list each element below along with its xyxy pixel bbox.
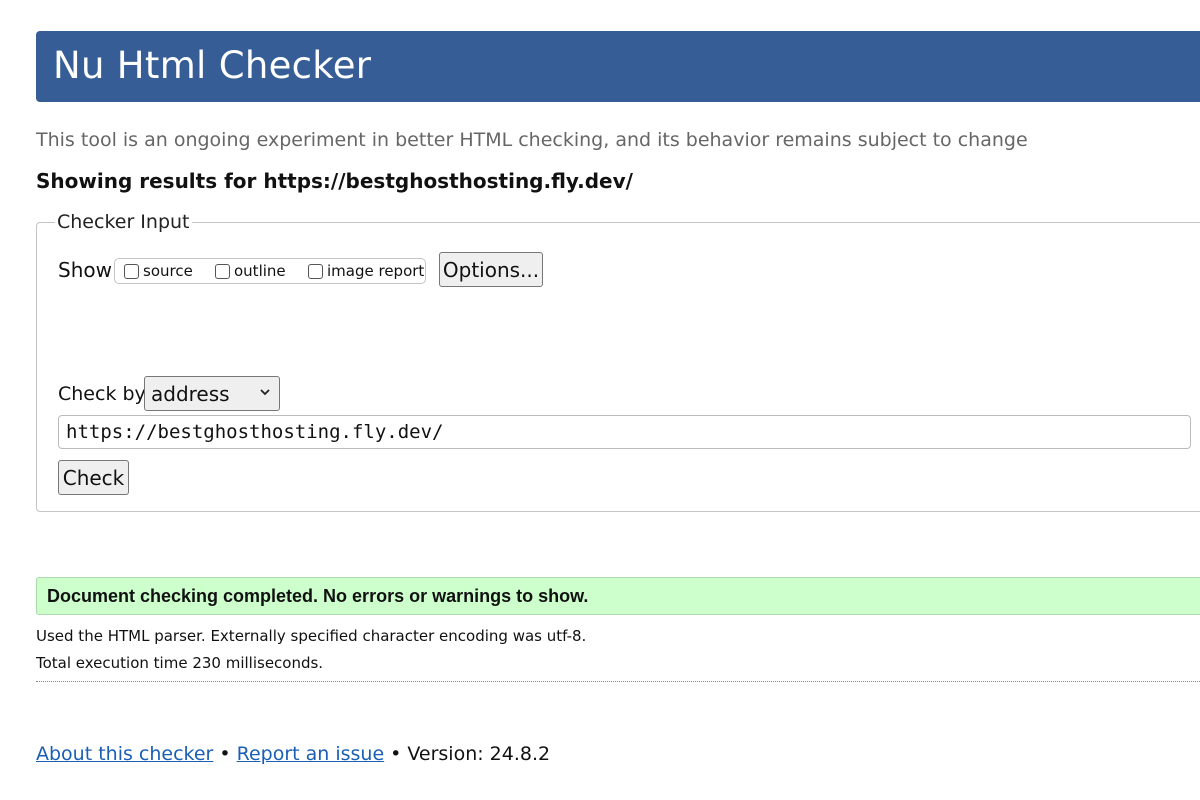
outline-checkbox-label: outline (234, 262, 286, 280)
options-button[interactable]: Options... (439, 252, 543, 287)
check-by-selected-value: address (151, 381, 230, 406)
image-report-checkbox[interactable] (308, 263, 323, 279)
result-details: Used the HTML parser. Externally specifi… (36, 623, 586, 677)
report-issue-link[interactable]: Report an issue (237, 743, 385, 765)
show-options-group: source outline image report (114, 258, 426, 284)
parser-info-text: Used the HTML parser. Externally specifi… (36, 627, 587, 645)
show-source-option[interactable]: source (124, 262, 193, 280)
page-title: Nu Html Checker (53, 44, 372, 87)
checker-input-fieldset: Checker Input (36, 211, 1200, 512)
subtitle-text: This tool is an ongoing experiment in be… (36, 129, 1028, 151)
checker-input-legend: Checker Input (57, 211, 190, 233)
outline-checkbox[interactable] (215, 263, 230, 279)
header-banner: Nu Html Checker (36, 31, 1200, 102)
about-checker-link[interactable]: About this checker (36, 743, 213, 765)
source-checkbox[interactable] (124, 263, 139, 279)
check-button[interactable]: Check (58, 460, 129, 495)
showing-results-heading: Showing results for https://bestghosthos… (36, 169, 633, 193)
footer-bullet: • (219, 743, 231, 765)
footer: About this checker • Report an issue • Versi… (36, 743, 550, 765)
footer-bullet: • (390, 743, 402, 765)
execution-time-text: Total execution time 230 milliseconds. (36, 654, 324, 672)
check-by-select[interactable]: address (144, 376, 280, 411)
source-checkbox-label: source (143, 262, 193, 280)
show-outline-option[interactable]: outline (215, 262, 286, 280)
url-input[interactable]: https://bestghosthosting.fly.dev/ (58, 415, 1191, 449)
success-message: Document checking completed. No errors o… (36, 577, 1200, 615)
version-text: Version: 24.8.2 (407, 743, 551, 765)
image-report-checkbox-label: image report (327, 262, 425, 280)
check-by-label: Check by (58, 383, 146, 405)
show-image-report-option[interactable]: image report (308, 262, 424, 280)
divider (36, 681, 1200, 682)
chevron-down-icon (260, 389, 270, 396)
show-label: Show (58, 258, 112, 282)
